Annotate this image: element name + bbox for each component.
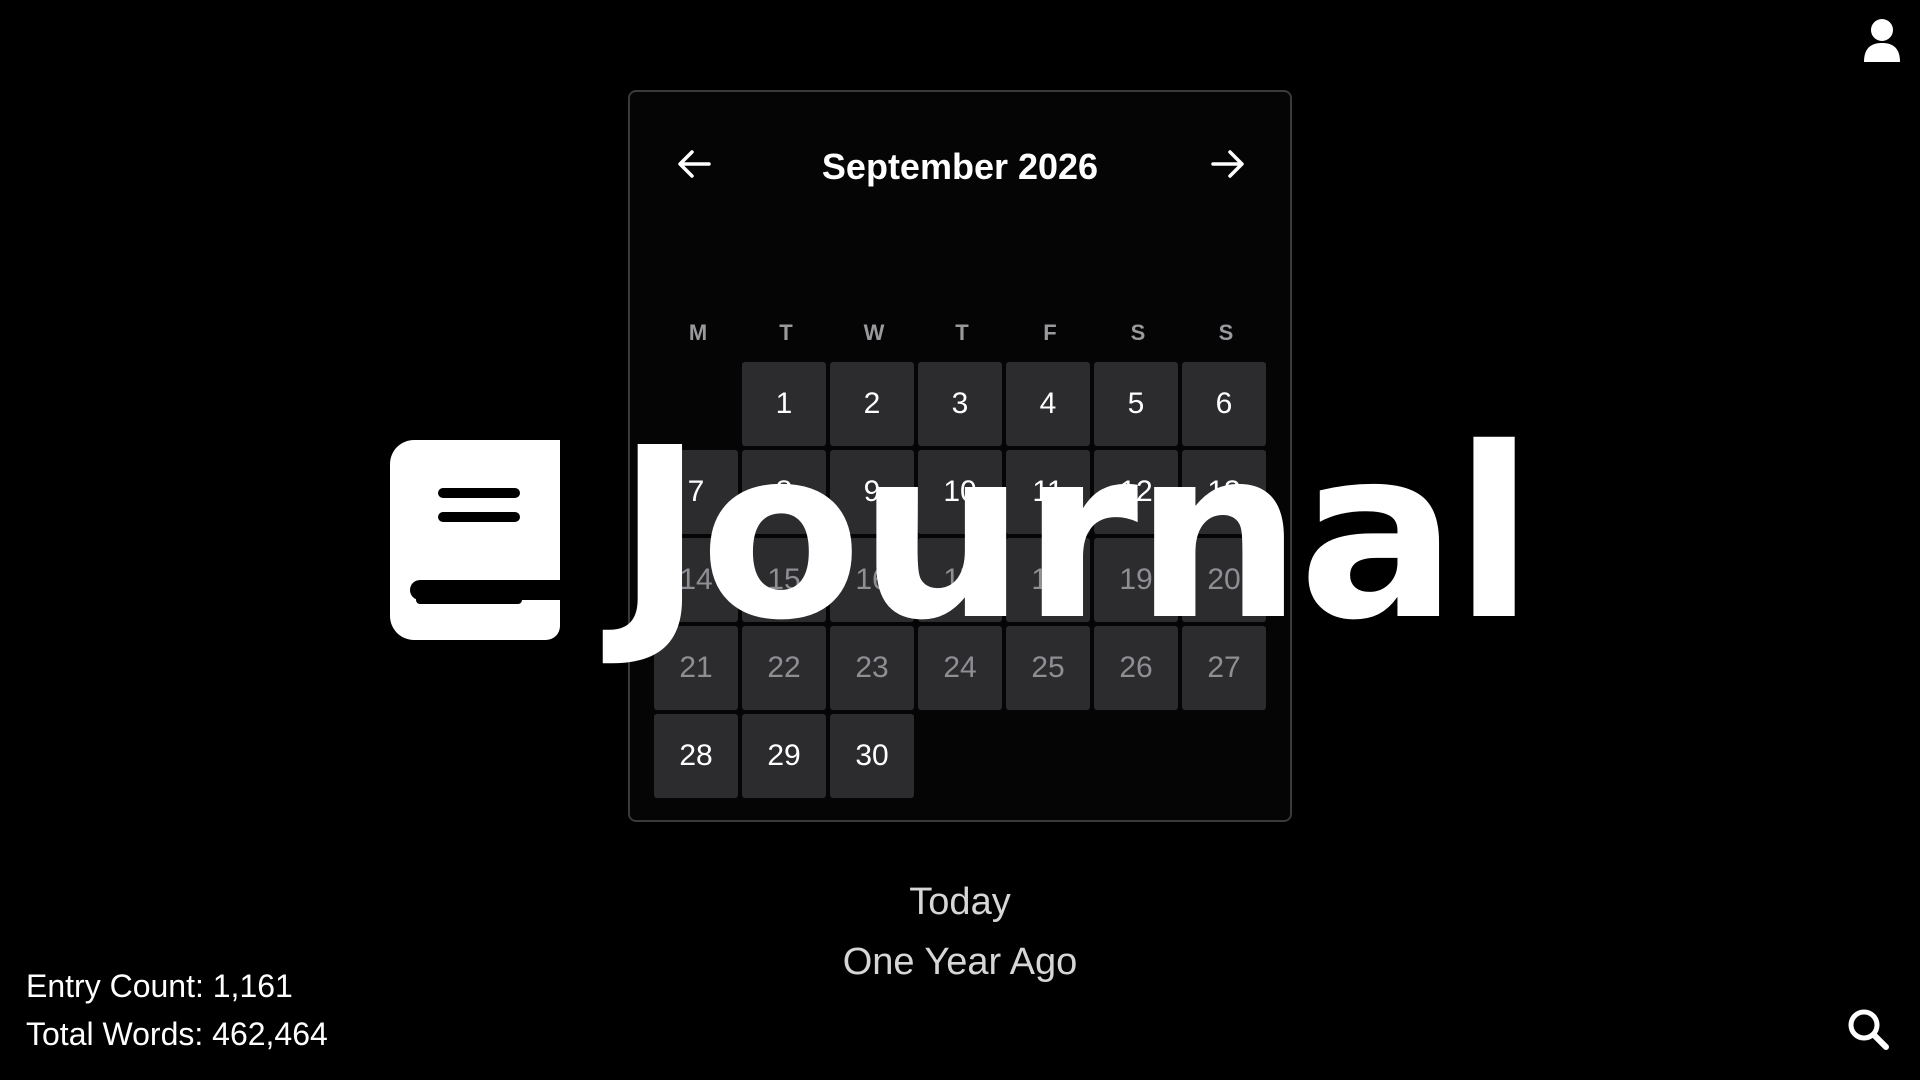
- day-cell[interactable]: 4: [1006, 362, 1090, 446]
- quick-links: Today One Year Ago: [760, 872, 1160, 992]
- day-cell[interactable]: 14: [654, 538, 738, 622]
- journal-stats: Entry Count: 1,161 Total Words: 462,464: [26, 962, 328, 1058]
- one-year-ago-link[interactable]: One Year Ago: [760, 932, 1160, 992]
- search-button[interactable]: [1842, 1003, 1894, 1055]
- day-cell[interactable]: 17: [918, 538, 1002, 622]
- day-cell[interactable]: 5: [1094, 362, 1178, 446]
- day-cell[interactable]: 12: [1094, 450, 1178, 534]
- weekday-label: S: [1130, 320, 1146, 345]
- day-cell[interactable]: 18: [1006, 538, 1090, 622]
- arrow-right-icon: [1211, 150, 1244, 178]
- day-cell[interactable]: 9: [830, 450, 914, 534]
- day-cell[interactable]: 1: [742, 362, 826, 446]
- day-cell[interactable]: 29: [742, 714, 826, 798]
- day-cell[interactable]: 2: [830, 362, 914, 446]
- day-cell[interactable]: 25: [1006, 626, 1090, 710]
- day-cell[interactable]: 16: [830, 538, 914, 622]
- search-icon: [1848, 1009, 1889, 1050]
- book-icon: [390, 440, 560, 640]
- day-cell[interactable]: 6: [1182, 362, 1266, 446]
- weekday-label: T: [955, 320, 969, 345]
- day-cell[interactable]: 7: [654, 450, 738, 534]
- day-cell[interactable]: 28: [654, 714, 738, 798]
- day-cell[interactable]: 15: [742, 538, 826, 622]
- day-grid: 1 2 3 4 5 6 7 8 9 10 11 12 13 14 15 16 1…: [654, 362, 1270, 798]
- month-title: September 2026: [821, 146, 1099, 187]
- day-cell[interactable]: 3: [918, 362, 1002, 446]
- day-cell[interactable]: 21: [654, 626, 738, 710]
- today-link[interactable]: Today: [760, 872, 1160, 932]
- day-cell[interactable]: 10: [918, 450, 1002, 534]
- day-cell[interactable]: 23: [830, 626, 914, 710]
- day-cell[interactable]: 24: [918, 626, 1002, 710]
- day-cell[interactable]: 11: [1006, 450, 1090, 534]
- day-cell[interactable]: 26: [1094, 626, 1178, 710]
- day-cell[interactable]: 30: [830, 714, 914, 798]
- weekday-label: S: [1218, 320, 1234, 345]
- calendar-header: September 2026: [630, 132, 1290, 196]
- day-cell[interactable]: 20: [1182, 538, 1266, 622]
- day-cell[interactable]: 13: [1182, 450, 1266, 534]
- journal-screen: September 2026 M T W T F S S 1 2 3 4 5 6…: [0, 0, 1920, 1080]
- weekday-header: M T W T F S S: [654, 320, 1270, 350]
- total-words: Total Words: 462,464: [26, 1016, 328, 1052]
- day-cell[interactable]: 19: [1094, 538, 1178, 622]
- calendar: September 2026 M T W T F S S 1 2 3 4 5 6…: [628, 90, 1292, 822]
- next-month-button[interactable]: [1206, 142, 1250, 186]
- weekday-label: W: [863, 320, 885, 345]
- weekday-label: T: [779, 320, 793, 345]
- day-cell[interactable]: 8: [742, 450, 826, 534]
- day-cell[interactable]: 22: [742, 626, 826, 710]
- user-icon: [1864, 19, 1900, 62]
- empty-day-cell: [654, 362, 738, 446]
- day-cell[interactable]: 27: [1182, 626, 1266, 710]
- entry-count: Entry Count: 1,161: [26, 968, 293, 1004]
- user-button[interactable]: [1858, 16, 1906, 64]
- weekday-label: F: [1043, 320, 1057, 345]
- weekday-label: M: [688, 320, 708, 345]
